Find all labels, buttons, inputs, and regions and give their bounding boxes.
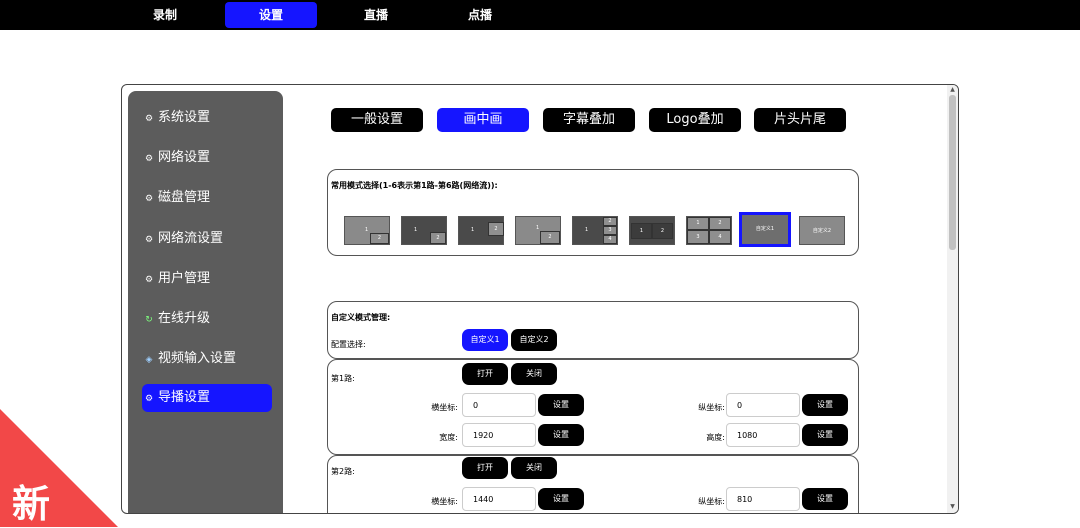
tab-pip[interactable]: 画中画 (437, 108, 529, 132)
channel-2-close-button[interactable]: 关闭 (511, 457, 557, 479)
sidebar-item-system[interactable]: ⚙ 系统设置 (142, 104, 272, 132)
width-label: 宽度: (439, 433, 458, 442)
x-label: 横坐标: (431, 403, 458, 412)
gear-icon: ⚙ (144, 235, 154, 245)
scrollbar-thumb[interactable] (949, 95, 956, 250)
custom-mode-title: 自定义模式管理: (331, 313, 391, 322)
tab-record[interactable]: 录制 (134, 2, 196, 28)
gear-icon: ⚙ (144, 154, 154, 164)
sidebar-item-video-input[interactable]: ◈ 视频输入设置 (142, 345, 272, 373)
scrollbar[interactable]: ▲ ▼ (947, 85, 958, 513)
mode-option[interactable]: 1 2 3 4 (572, 216, 618, 245)
x-input[interactable]: 0 (462, 393, 536, 417)
channel-2-label: 第2路: (331, 467, 355, 476)
mode-option-custom2[interactable]: 自定义2 (799, 216, 845, 245)
channel-1-label: 第1路: (331, 374, 355, 383)
sidebar-item-director[interactable]: ⚙ 导播设置 (142, 384, 272, 412)
y-input[interactable]: 810 (726, 487, 800, 511)
height-input[interactable]: 1080 (726, 423, 800, 447)
scroll-up-icon[interactable]: ▲ (948, 86, 957, 94)
y-set-button[interactable]: 设置 (802, 394, 848, 416)
height-label: 高度: (706, 433, 725, 442)
new-badge-text: 新 (12, 482, 51, 526)
gear-icon: ⚙ (144, 275, 154, 285)
gear-icon: ⚙ (144, 394, 154, 404)
video-icon: ◈ (145, 355, 153, 365)
y-input[interactable]: 0 (726, 393, 800, 417)
sidebar-item-label: 磁盘管理 (158, 190, 211, 205)
mode-option[interactable]: 1 2 (629, 216, 675, 245)
gear-icon: ⚙ (144, 114, 154, 124)
sidebar-item-disk[interactable]: ⚙ 磁盘管理 (142, 184, 272, 212)
tab-intro-outro[interactable]: 片头片尾 (754, 108, 846, 132)
gear-icon: ⚙ (144, 194, 154, 204)
channel-2-panel: 第2路: 打开 关闭 横坐标: 1440 设置 纵坐标: 810 设置 (327, 455, 859, 513)
mode-panel: 常用模式选择(1-6表示第1路-第6路(网络流)): 1 2 1 2 1 2 1… (327, 169, 859, 256)
tab-logo[interactable]: Logo叠加 (649, 108, 741, 132)
mode-option-custom1[interactable]: 自定义1 (739, 212, 791, 247)
tab-live[interactable]: 直播 (345, 2, 407, 28)
mode-panel-title: 常用模式选择(1-6表示第1路-第6路(网络流)): (331, 181, 498, 190)
sidebar-item-label: 视频输入设置 (158, 351, 237, 366)
channel-1-panel: 第1路: 打开 关闭 横坐标: 0 设置 纵坐标: 0 设置 宽度: 1920 … (327, 359, 859, 455)
sidebar-item-label: 导播设置 (158, 390, 211, 405)
sidebar: ⚙ 系统设置 ⚙ 网络设置 ⚙ 磁盘管理 ⚙ 网络流设置 ⚙ 用户管理 ↻ 在线升级 ◈ 视频… (128, 91, 283, 513)
mode-option[interactable]: 1 2 (515, 216, 561, 245)
tab-settings[interactable]: 设置 (225, 2, 317, 28)
config-custom2-button[interactable]: 自定义2 (511, 329, 557, 351)
x-set-button[interactable]: 设置 (538, 394, 584, 416)
y-set-button[interactable]: 设置 (802, 488, 848, 510)
mode-option[interactable]: 1 2 (344, 216, 390, 245)
sidebar-item-users[interactable]: ⚙ 用户管理 (142, 265, 272, 293)
mode-option[interactable]: 1 2 (401, 216, 447, 245)
mode-option[interactable]: 1 2 (458, 216, 504, 245)
channel-1-close-button[interactable]: 关闭 (511, 363, 557, 385)
width-input[interactable]: 1920 (462, 423, 536, 447)
y-label: 纵坐标: (698, 497, 725, 506)
sidebar-item-label: 在线升级 (158, 311, 211, 326)
sidebar-item-label: 用户管理 (158, 271, 211, 286)
x-label: 横坐标: (431, 497, 458, 506)
tab-general[interactable]: 一般设置 (331, 108, 423, 132)
sidebar-item-upgrade[interactable]: ↻ 在线升级 (142, 305, 272, 333)
sidebar-item-label: 网络设置 (158, 150, 211, 165)
top-nav: 录制 设置 直播 点播 (0, 0, 1080, 30)
x-set-button[interactable]: 设置 (538, 488, 584, 510)
sidebar-item-label: 网络流设置 (158, 231, 224, 246)
sidebar-item-network[interactable]: ⚙ 网络设置 (142, 144, 272, 172)
sidebar-item-label: 系统设置 (158, 110, 211, 125)
channel-1-open-button[interactable]: 打开 (462, 363, 508, 385)
sidebar-item-stream[interactable]: ⚙ 网络流设置 (142, 225, 272, 253)
tab-subtitle[interactable]: 字幕叠加 (543, 108, 635, 132)
refresh-icon: ↻ (145, 315, 153, 325)
channel-2-open-button[interactable]: 打开 (462, 457, 508, 479)
scroll-down-icon[interactable]: ▼ (948, 503, 957, 511)
width-set-button[interactable]: 设置 (538, 424, 584, 446)
height-set-button[interactable]: 设置 (802, 424, 848, 446)
config-custom1-button[interactable]: 自定义1 (462, 329, 508, 351)
x-input[interactable]: 1440 (462, 487, 536, 511)
config-select-label: 配置选择: (331, 340, 366, 349)
custom-mode-panel: 自定义模式管理: 配置选择: 自定义1 自定义2 (327, 301, 859, 359)
y-label: 纵坐标: (698, 403, 725, 412)
mode-option[interactable]: 1 2 3 4 (686, 216, 732, 245)
settings-frame: ⚙ 系统设置 ⚙ 网络设置 ⚙ 磁盘管理 ⚙ 网络流设置 ⚙ 用户管理 ↻ 在线升级 ◈ 视频… (121, 84, 959, 514)
tab-vod[interactable]: 点播 (449, 2, 511, 28)
